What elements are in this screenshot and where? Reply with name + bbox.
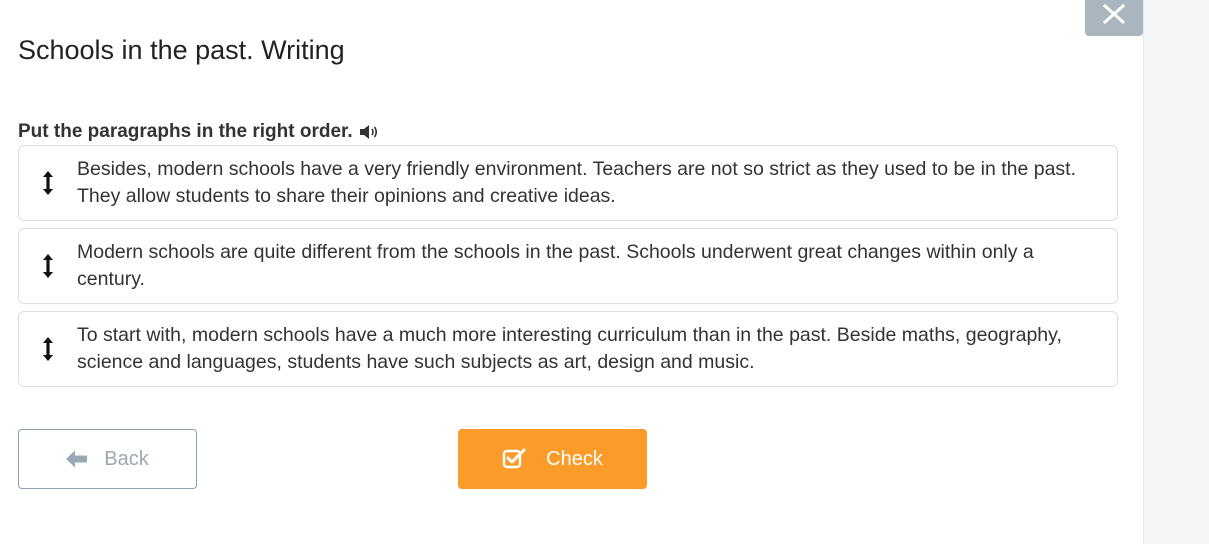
check-button[interactable]: Check bbox=[458, 429, 647, 489]
vertical-arrows-icon bbox=[43, 171, 53, 195]
expand-arrows-icon bbox=[1102, 4, 1126, 24]
sortable-paragraph-list: Besides, modern schools have a very frie… bbox=[18, 145, 1118, 394]
paragraph-text: To start with, modern schools have a muc… bbox=[77, 324, 1062, 373]
instruction-text: Put the paragraphs in the right order. bbox=[18, 121, 353, 142]
drag-handle[interactable] bbox=[19, 170, 77, 196]
checkbox-icon bbox=[502, 448, 526, 469]
draggable-paragraph-3[interactable]: To start with, modern schools have a muc… bbox=[18, 311, 1118, 387]
paragraph-text: Besides, modern schools have a very frie… bbox=[77, 158, 1077, 207]
back-button[interactable]: Back bbox=[18, 429, 197, 489]
page-title: Schools in the past. Writing bbox=[18, 35, 345, 65]
speaker-icon bbox=[359, 125, 377, 139]
task-instruction: Put the paragraphs in the right order. bbox=[18, 120, 379, 144]
arrow-left-icon bbox=[66, 450, 88, 468]
vertical-arrows-icon bbox=[43, 337, 53, 361]
draggable-paragraph-1[interactable]: Besides, modern schools have a very frie… bbox=[18, 145, 1118, 221]
side-panel bbox=[1143, 0, 1209, 544]
vertical-arrows-icon bbox=[43, 254, 53, 278]
drag-handle[interactable] bbox=[19, 253, 77, 279]
fullscreen-button[interactable] bbox=[1085, 0, 1143, 36]
audio-button[interactable] bbox=[359, 124, 379, 140]
draggable-paragraph-2[interactable]: Modern schools are quite different from … bbox=[18, 228, 1118, 304]
check-button-label: Check bbox=[546, 447, 603, 470]
paragraph-text: Modern schools are quite different from … bbox=[77, 241, 1034, 290]
back-button-label: Back bbox=[104, 447, 149, 470]
drag-handle[interactable] bbox=[19, 336, 77, 362]
